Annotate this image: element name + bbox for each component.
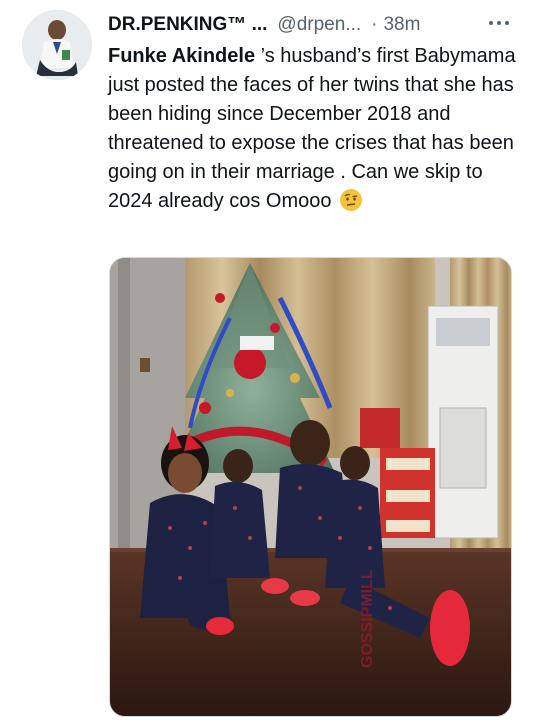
photo-watermark: GOSSIPMILL — [359, 569, 376, 668]
tweet-photo[interactable]: GOSSIPMILL — [109, 257, 512, 717]
tweet-body: ’s husband’s first Babymama just posted … — [108, 45, 516, 212]
avatar[interactable] — [22, 10, 92, 80]
family-christmas-photo: GOSSIPMILL — [110, 258, 511, 716]
face-with-raised-eyebrow-icon — [339, 188, 363, 212]
tweet-header: DR.PENKING™ ... @drpen... · 38m — [108, 12, 518, 38]
separator-dot: · — [371, 14, 378, 35]
display-name[interactable]: DR.PENKING™ ... — [108, 14, 267, 36]
more-horizontal-icon[interactable] — [484, 13, 514, 33]
tweet-text: Funke Akindele ’s husband’s first Babyma… — [108, 42, 516, 216]
user-handle[interactable]: @drpen... — [277, 14, 361, 36]
tweet[interactable]: DR.PENKING™ ... @drpen... · 38m Funke Ak… — [0, 0, 536, 720]
avatar-image — [22, 10, 92, 80]
mention-name[interactable]: Funke Akindele — [108, 45, 255, 67]
timestamp[interactable]: 38m — [383, 14, 420, 36]
